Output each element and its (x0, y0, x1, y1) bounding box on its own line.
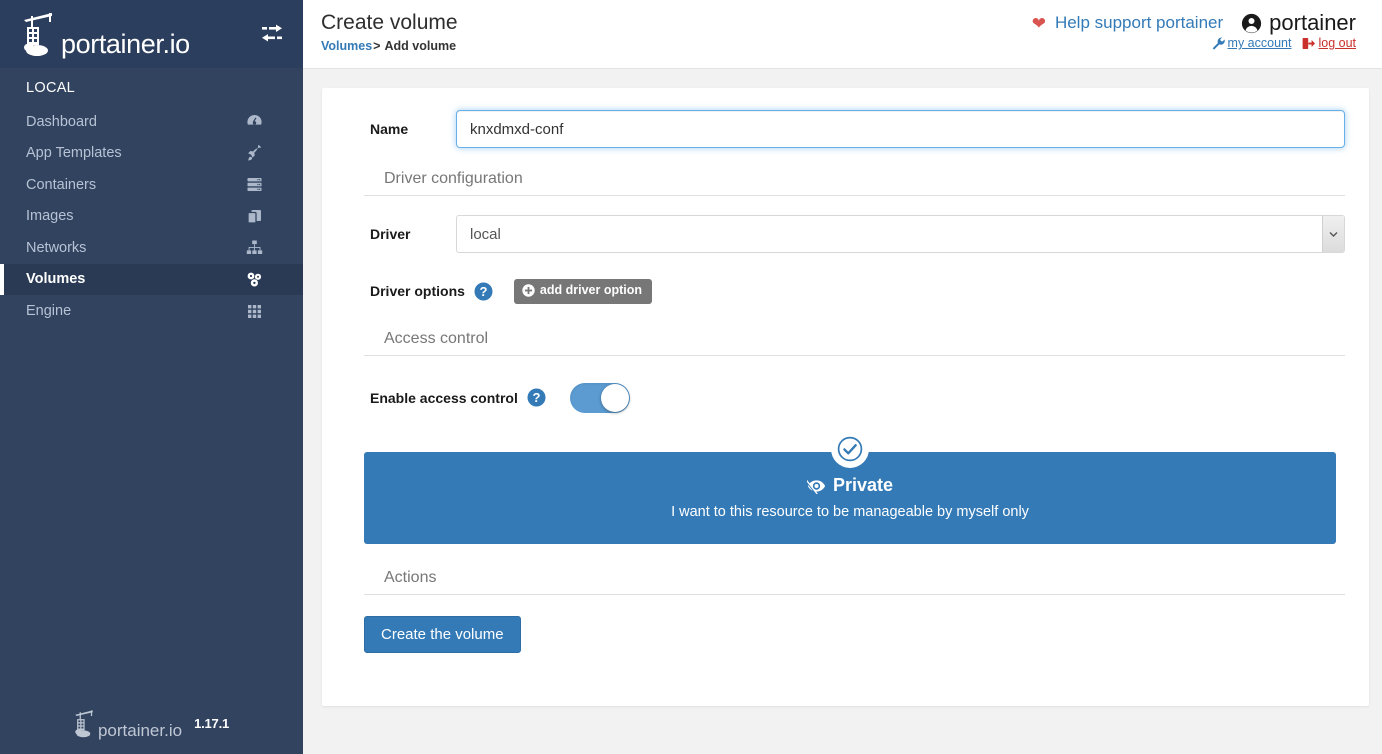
my-account-label: my account (1227, 36, 1292, 50)
enable-access-control-toggle[interactable] (569, 382, 630, 413)
sidebar-footer: portainer.io 1.17.1 (0, 700, 303, 754)
copy-layers-icon (245, 207, 263, 225)
section-driver-configuration: Driver configuration (364, 170, 1345, 196)
driver-label: Driver (370, 226, 411, 242)
chevron-down-icon[interactable] (1322, 216, 1344, 252)
portainer-crane-logo-icon (24, 13, 52, 56)
breadcrumb-link-volumes[interactable]: Volumes (321, 39, 372, 53)
eye-slash-icon (806, 478, 826, 494)
driver-options-row: Driver options ? add driver option (346, 279, 1345, 304)
username-label: portainer (1269, 10, 1356, 35)
breadcrumb-separator: > (373, 39, 381, 54)
create-volume-panel: Name Driver configuration Driver local (322, 88, 1369, 706)
name-label: Name (370, 121, 409, 137)
sidebar-item-label: App Templates (26, 145, 122, 162)
topbar-primary-row: ❤ Help support portainer portainer (1032, 12, 1356, 34)
sidebar-section-local: LOCAL (26, 80, 76, 96)
app-version: 1.17.1 (194, 715, 230, 731)
access-option-title: Private (832, 475, 894, 496)
footer-brand: portainer.io (74, 709, 183, 740)
my-account-link[interactable]: my account (1212, 36, 1292, 50)
svg-text:?: ? (532, 390, 540, 405)
rocket-icon (245, 144, 263, 162)
section-actions: Actions (364, 569, 1345, 595)
sidebar-item-networks[interactable]: Networks (0, 232, 303, 264)
driver-select-value: local (470, 225, 501, 243)
server-stack-icon (245, 176, 263, 194)
enable-access-control-row: Enable access control ? (346, 382, 1345, 413)
sidebar-item-label: Images (26, 208, 74, 225)
sidebar-item-dashboard[interactable]: Dashboard (0, 106, 303, 138)
enable-access-control-label: Enable access control (370, 389, 518, 406)
plus-circle-icon (522, 284, 535, 298)
question-circle-icon[interactable]: ? (474, 282, 493, 301)
sidebar-item-images[interactable]: Images (0, 201, 303, 233)
exchange-arrows-icon (262, 24, 282, 42)
user-block[interactable]: portainer (1241, 12, 1356, 34)
sidebar-item-volumes[interactable]: Volumes (0, 263, 303, 295)
sidebar: portainer.io LOCAL Dashboard App Templat… (0, 0, 303, 754)
topbar-right: ❤ Help support portainer portainer my ac… (1032, 10, 1356, 51)
access-card-wrap: Private I want to this resource to be ma… (346, 431, 1345, 544)
breadcrumb: Volumes> Add volume (321, 39, 458, 53)
heart-icon: ❤ (1031, 13, 1046, 33)
driver-options-label: Driver options (370, 283, 465, 300)
page-heading: Create volume Volumes> Add volume (321, 10, 458, 53)
sitemap-icon (245, 239, 263, 257)
content-area: Name Driver configuration Driver local (303, 68, 1382, 754)
volume-name-input[interactable] (456, 110, 1345, 148)
driver-select[interactable]: local (456, 215, 1345, 253)
section-access-control: Access control (364, 330, 1345, 356)
page-title: Create volume (321, 11, 458, 34)
portainer-crane-logo-icon (75, 709, 93, 737)
actions-row: Create the volume (346, 615, 1345, 653)
create-volume-button[interactable]: Create the volume (364, 615, 521, 653)
driver-select-wrap: local (456, 215, 1345, 253)
check-circle-icon (833, 431, 867, 466)
dashboard-icon (245, 113, 263, 131)
add-driver-option-button[interactable]: add driver option (513, 279, 652, 304)
sidebar-nav: LOCAL Dashboard App Templates Containers… (0, 68, 303, 700)
sign-out-icon (1303, 37, 1316, 49)
toggle-knob (600, 383, 629, 412)
main-area: Create volume Volumes> Add volume ❤ Help… (303, 0, 1382, 754)
sidebar-item-label: Containers (26, 176, 97, 193)
sidebar-header: portainer.io (0, 0, 303, 68)
sidebar-item-label: Volumes (26, 271, 86, 288)
add-driver-option-label: add driver option (539, 283, 642, 297)
sidebar-item-label: Dashboard (26, 113, 97, 130)
portainer-app: portainer.io LOCAL Dashboard App Templat… (0, 0, 1382, 754)
log-out-label: log out (1318, 36, 1356, 50)
brand-name: portainer.io (61, 29, 190, 59)
brand-logo[interactable]: portainer.io (22, 11, 190, 59)
user-circle-icon (1242, 13, 1262, 33)
volumes-icon (245, 270, 263, 288)
access-option-title-row: Private (806, 475, 894, 496)
sidebar-item-label: Engine (26, 302, 72, 319)
log-out-link[interactable]: log out (1302, 36, 1356, 50)
access-option-description: I want to this resource to be manageable… (671, 504, 1029, 521)
sidebar-item-containers[interactable]: Containers (0, 169, 303, 201)
sidebar-item-engine[interactable]: Engine (0, 295, 303, 327)
driver-row: Driver local (346, 215, 1345, 253)
footer-brand-name: portainer.io (97, 720, 183, 740)
sidebar-item-label: Networks (26, 239, 87, 256)
sidebar-item-app-templates[interactable]: App Templates (0, 138, 303, 170)
sidebar-collapse-toggle[interactable] (257, 19, 287, 49)
help-support-link[interactable]: Help support portainer (1055, 13, 1223, 33)
svg-text:?: ? (479, 284, 487, 299)
access-option-private[interactable]: Private I want to this resource to be ma… (364, 431, 1336, 544)
wrench-icon (1212, 36, 1225, 50)
grid-squares-icon (245, 302, 263, 320)
name-row: Name (346, 110, 1345, 148)
question-circle-icon[interactable]: ? (527, 388, 546, 407)
topbar-secondary-row: my account log out (1032, 36, 1356, 50)
topbar: Create volume Volumes> Add volume ❤ Help… (303, 0, 1382, 68)
breadcrumb-current: Add volume (384, 39, 457, 54)
